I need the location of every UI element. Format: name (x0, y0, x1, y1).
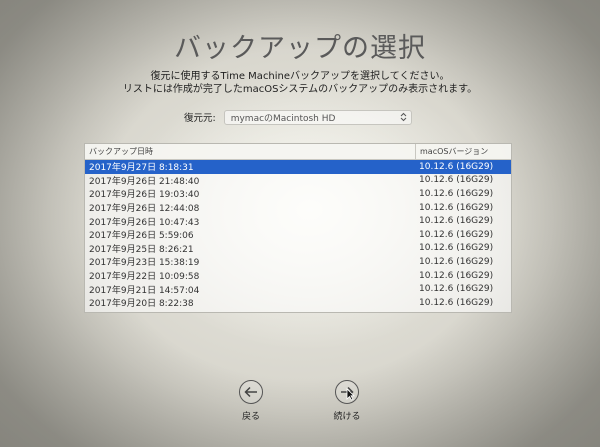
macos-version-cell: 10.12.6 (16G29) (419, 270, 494, 281)
macos-version-cell: 10.12.6 (16G29) (419, 188, 494, 199)
table-row[interactable]: 2017年9月26日 19:03:40 10.12.6 (16G29) (85, 187, 511, 201)
backup-date-cell: 2017年9月26日 21:48:40 (89, 176, 200, 187)
table-body: 2017年9月27日 8:18:31 10.12.6 (16G29) 2017年9月… (85, 160, 511, 310)
macos-version-cell: 10.12.6 (16G29) (419, 202, 494, 213)
table-header: バックアップ日時 macOSバージョン (85, 144, 511, 160)
table-row[interactable]: 2017年9月26日 10:47:43 10.12.6 (16G29) (85, 214, 511, 228)
up-down-chevron-icon (400, 112, 407, 122)
arrow-left-icon (244, 386, 257, 398)
column-header-date[interactable]: バックアップ日時 (85, 146, 415, 157)
table-row[interactable]: 2017年9月27日 8:18:31 10.12.6 (16G29) (85, 160, 511, 174)
macos-version-cell: 10.12.6 (16G29) (419, 216, 494, 227)
backup-date-cell: 2017年9月27日 8:18:31 (89, 163, 194, 174)
backup-date-cell: 2017年9月26日 10:47:43 (89, 217, 200, 228)
back-label: 戻る (241, 412, 260, 422)
column-header-version[interactable]: macOSバージョン (415, 144, 511, 159)
restore-source-select[interactable]: mymacのMacintosh HD (223, 109, 412, 125)
table-row[interactable]: 2017年9月21日 14:57:04 10.12.6 (16G29) (85, 282, 511, 296)
restore-source-row: 復元元: mymacのMacintosh HD (184, 109, 412, 125)
backup-date-cell: 2017年9月23日 15:38:19 (89, 258, 200, 269)
subtitle-line-2: リストには作成が完了したmacOSシステムのバックアップのみ表示されます。 (122, 84, 478, 95)
table-row[interactable]: 2017年9月22日 10:09:58 10.12.6 (16G29) (85, 269, 511, 283)
macos-version-cell: 10.12.6 (16G29) (419, 229, 494, 240)
table-row[interactable]: 2017年9月23日 15:38:19 10.12.6 (16G29) (85, 255, 511, 269)
macos-version-cell: 10.12.6 (16G29) (419, 284, 494, 295)
backup-table[interactable]: バックアップ日時 macOSバージョン 2017年9月27日 8:18:31 10… (84, 143, 512, 313)
back-nav: 戻る (221, 380, 281, 422)
back-button[interactable] (239, 380, 263, 404)
table-row[interactable]: 2017年9月26日 21:48:40 10.12.6 (16G29) (85, 174, 511, 188)
continue-nav: 続ける (317, 380, 377, 422)
restore-source-label: 復元元: (184, 113, 216, 124)
backup-date-cell: 2017年9月21日 14:57:04 (89, 285, 200, 296)
table-row[interactable]: 2017年9月26日 5:59:06 10.12.6 (16G29) (85, 228, 511, 242)
table-row[interactable]: 2017年9月25日 8:26:21 10.12.6 (16G29) (85, 242, 511, 256)
backup-date-cell: 2017年9月26日 5:59:06 (89, 231, 194, 242)
restore-source-value: mymacのMacintosh HD (230, 113, 336, 124)
backup-date-cell: 2017年9月25日 8:26:21 (89, 244, 194, 255)
macos-version-cell: 10.12.6 (16G29) (419, 175, 494, 186)
macos-version-cell: 10.12.6 (16G29) (419, 161, 494, 172)
backup-date-cell: 2017年9月20日 8:22:38 (89, 299, 194, 310)
table-row[interactable]: 2017年9月26日 12:44:08 10.12.6 (16G29) (85, 201, 511, 215)
table-row[interactable]: 2017年9月20日 8:22:38 10.12.6 (16G29) (85, 296, 511, 310)
mouse-pointer-icon (346, 388, 355, 401)
backup-date-cell: 2017年9月26日 12:44:08 (89, 204, 200, 215)
backup-date-cell: 2017年9月26日 19:03:40 (89, 190, 200, 201)
backup-date-cell: 2017年9月22日 10:09:58 (89, 272, 200, 283)
page-title: バックアップの選択 (174, 33, 426, 64)
macos-version-cell: 10.12.6 (16G29) (419, 243, 494, 254)
continue-label: 続ける (333, 412, 361, 422)
macos-version-cell: 10.12.6 (16G29) (419, 297, 494, 308)
macos-version-cell: 10.12.6 (16G29) (419, 256, 494, 267)
